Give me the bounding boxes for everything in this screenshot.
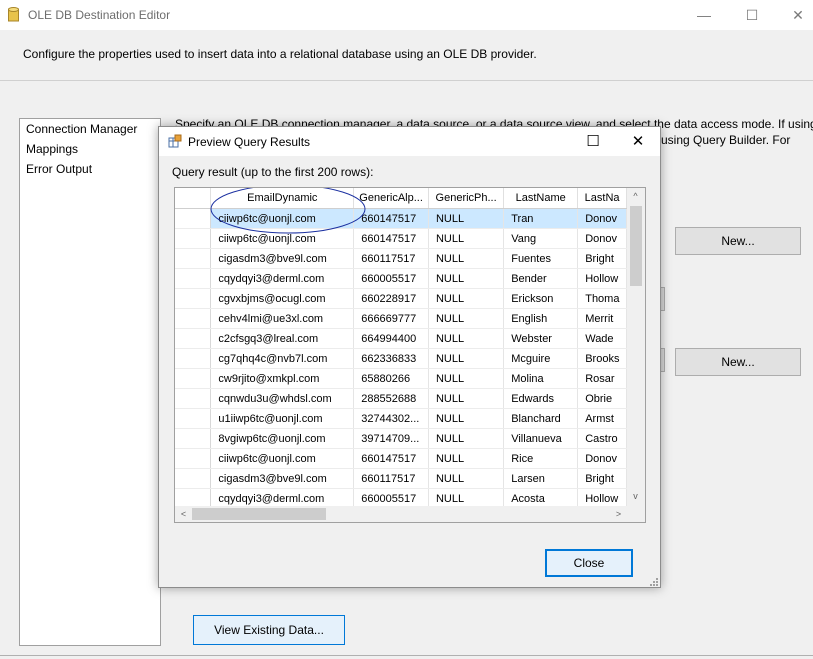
dialog-close-icon-button[interactable]: ✕ xyxy=(615,127,661,156)
dialog-maximize-button[interactable]: ☐ xyxy=(570,127,616,156)
close-button[interactable]: Close xyxy=(545,549,633,577)
hidden-dropdown-edge xyxy=(661,287,665,311)
window-close-button[interactable]: ✕ xyxy=(775,0,813,30)
scrollbar-corner xyxy=(627,506,645,522)
horizontal-scrollbar[interactable]: < > xyxy=(175,506,627,522)
connection-description-tail: using Query Builder. For xyxy=(661,133,791,147)
header-divider xyxy=(0,80,813,81)
nav-item-error-output[interactable]: Error Output xyxy=(26,162,92,176)
hidden-dropdown-edge xyxy=(661,348,665,372)
scroll-down-arrow[interactable]: v xyxy=(627,488,644,504)
preview-grid-icon xyxy=(168,134,182,148)
scroll-right-arrow[interactable]: > xyxy=(610,506,627,522)
new-connection-button[interactable]: New... xyxy=(675,227,801,255)
database-icon xyxy=(8,7,19,22)
nav-item-connection-manager[interactable]: Connection Manager xyxy=(26,122,137,136)
horizontal-scroll-thumb[interactable] xyxy=(192,508,326,520)
resize-grip-icon[interactable] xyxy=(649,577,659,587)
nav-panel: Connection Manager Mappings Error Output xyxy=(19,118,161,646)
view-existing-data-button[interactable]: View Existing Data... xyxy=(193,615,345,645)
editor-description: Configure the properties used to insert … xyxy=(23,47,537,61)
scroll-up-arrow[interactable]: ^ xyxy=(627,188,644,204)
results-grid[interactable]: EmailDynamic GenericAlp... GenericPh... … xyxy=(174,187,646,523)
annotation-ellipse xyxy=(210,188,366,234)
vertical-scrollbar[interactable]: ^ v xyxy=(627,188,645,506)
vertical-scroll-thumb[interactable] xyxy=(630,206,642,286)
maximize-button[interactable]: ☐ xyxy=(729,0,775,30)
window-title: OLE DB Destination Editor xyxy=(28,8,171,22)
nav-item-mappings[interactable]: Mappings xyxy=(26,142,78,156)
scroll-left-arrow[interactable]: < xyxy=(175,506,192,522)
footer-divider xyxy=(0,655,813,656)
minimize-button[interactable]: — xyxy=(681,0,727,30)
new-table-button[interactable]: New... xyxy=(675,348,801,376)
preview-query-results-dialog: Preview Query Results ☐ ✕ Query result (… xyxy=(158,126,661,588)
dialog-title: Preview Query Results xyxy=(188,135,311,149)
query-result-label: Query result (up to the first 200 rows): xyxy=(172,165,374,179)
